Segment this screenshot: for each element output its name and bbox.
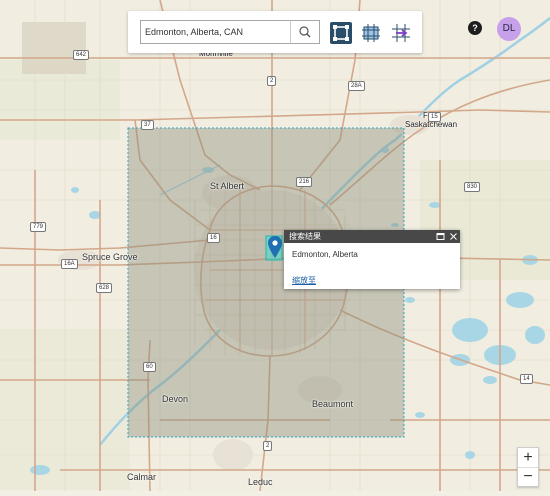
popup-title: 搜索结果 — [289, 232, 321, 241]
highway-shield-16: 16 — [207, 233, 220, 243]
maximize-icon[interactable] — [436, 232, 445, 241]
zoom-in-button[interactable]: + — [518, 448, 538, 468]
highway-shield-16a: 16A — [61, 259, 78, 269]
search-button[interactable] — [290, 20, 320, 44]
user-avatar[interactable]: DL — [497, 17, 521, 41]
place-label-leduc: Leduc — [248, 477, 273, 487]
location-marker-icon[interactable] — [268, 236, 282, 258]
highway-shield-2-south: 2 — [263, 441, 273, 451]
highway-shield-216: 216 — [296, 177, 313, 187]
highway-shield-14: 14 — [520, 374, 533, 384]
highway-shield-628: 628 — [96, 283, 113, 293]
close-icon[interactable] — [449, 232, 458, 241]
place-label-saskatchewan: Saskatchewan — [405, 120, 458, 129]
move-extent-icon[interactable] — [390, 22, 412, 44]
highway-shield-28a: 28A — [348, 81, 365, 91]
highway-shield-37: 37 — [141, 120, 154, 130]
highway-shield-830: 830 — [464, 182, 481, 192]
help-button[interactable]: ? — [468, 21, 482, 35]
extent-draw-icon[interactable] — [330, 22, 352, 44]
popup-header: 搜索结果 — [284, 230, 460, 243]
help-icon: ? — [472, 23, 478, 33]
search-icon — [299, 26, 311, 38]
zoom-control: + − — [517, 447, 539, 487]
place-label-st-albert: St Albert — [210, 181, 245, 191]
place-label-calmar: Calmar — [127, 472, 157, 482]
highway-shield-2-north: 2 — [267, 76, 277, 86]
highway-shield-779: 779 — [30, 222, 47, 232]
zoom-to-link[interactable]: 缩放至 — [292, 275, 316, 286]
search-toolbar — [128, 11, 422, 53]
search-result-popup: 搜索结果 Edmonton, Alberta 缩放至 — [284, 230, 460, 289]
place-label-spruce-grove: Spruce Grove — [82, 252, 138, 262]
highway-shield-15: 15 — [428, 112, 441, 122]
place-label-devon: Devon — [162, 394, 189, 404]
highway-shield-60: 60 — [143, 362, 156, 372]
popup-content: Edmonton, Alberta — [292, 250, 358, 259]
place-label-beaumont: Beaumont — [312, 399, 354, 409]
select-extent-icon[interactable] — [360, 22, 382, 44]
highway-shield-642: 642 — [73, 50, 90, 60]
search-input[interactable] — [141, 21, 288, 43]
zoom-out-button[interactable]: − — [518, 467, 538, 486]
map-view[interactable]: Morinville Fort Saskatchewan St Albert S… — [0, 0, 550, 492]
